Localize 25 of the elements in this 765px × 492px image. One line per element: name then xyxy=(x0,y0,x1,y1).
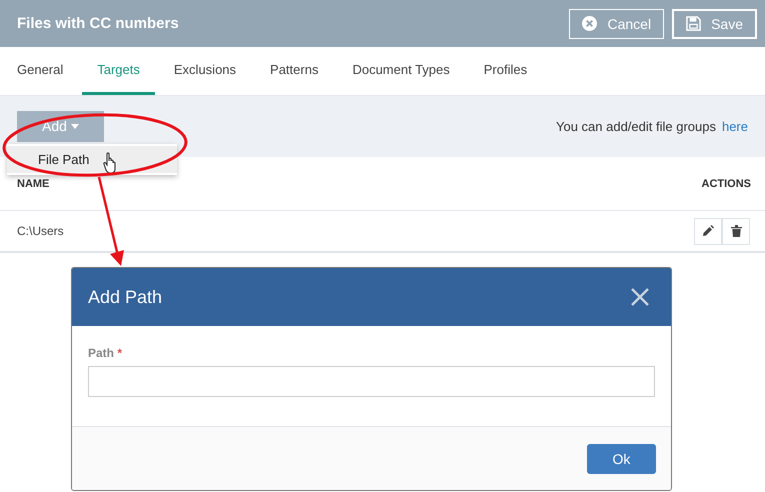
tab[interactable]: General xyxy=(2,47,78,95)
window-title: Files with CC numbers xyxy=(17,15,179,32)
path-input-field[interactable] xyxy=(88,366,655,397)
ok-button[interactable]: Ok xyxy=(587,444,656,474)
hint-text: You can add/edit file groups xyxy=(556,119,716,134)
delete-button[interactable] xyxy=(722,218,750,244)
required-mark: * xyxy=(117,346,122,360)
table-cell: C:\Users xyxy=(17,224,64,238)
trash-icon xyxy=(730,225,742,237)
column-header: ACTIONS xyxy=(702,178,751,190)
tab[interactable]: Patterns xyxy=(255,47,334,95)
close-icon[interactable] xyxy=(631,288,649,306)
field-label: Path xyxy=(88,346,114,360)
dialog-title: Add Path xyxy=(88,286,162,308)
tab[interactable]: Profiles xyxy=(468,47,542,95)
save-icon xyxy=(686,16,702,31)
tab[interactable]: Exclusions xyxy=(158,47,252,95)
tab[interactable]: Document Types xyxy=(337,47,465,95)
column-header: NAME xyxy=(17,178,50,190)
close-icon xyxy=(582,16,598,31)
caret-icon xyxy=(70,124,79,128)
pencil-icon xyxy=(702,225,714,237)
edit-button[interactable] xyxy=(694,218,722,244)
here-link[interactable]: here xyxy=(722,119,748,134)
menu-item[interactable]: File Path xyxy=(7,146,177,173)
